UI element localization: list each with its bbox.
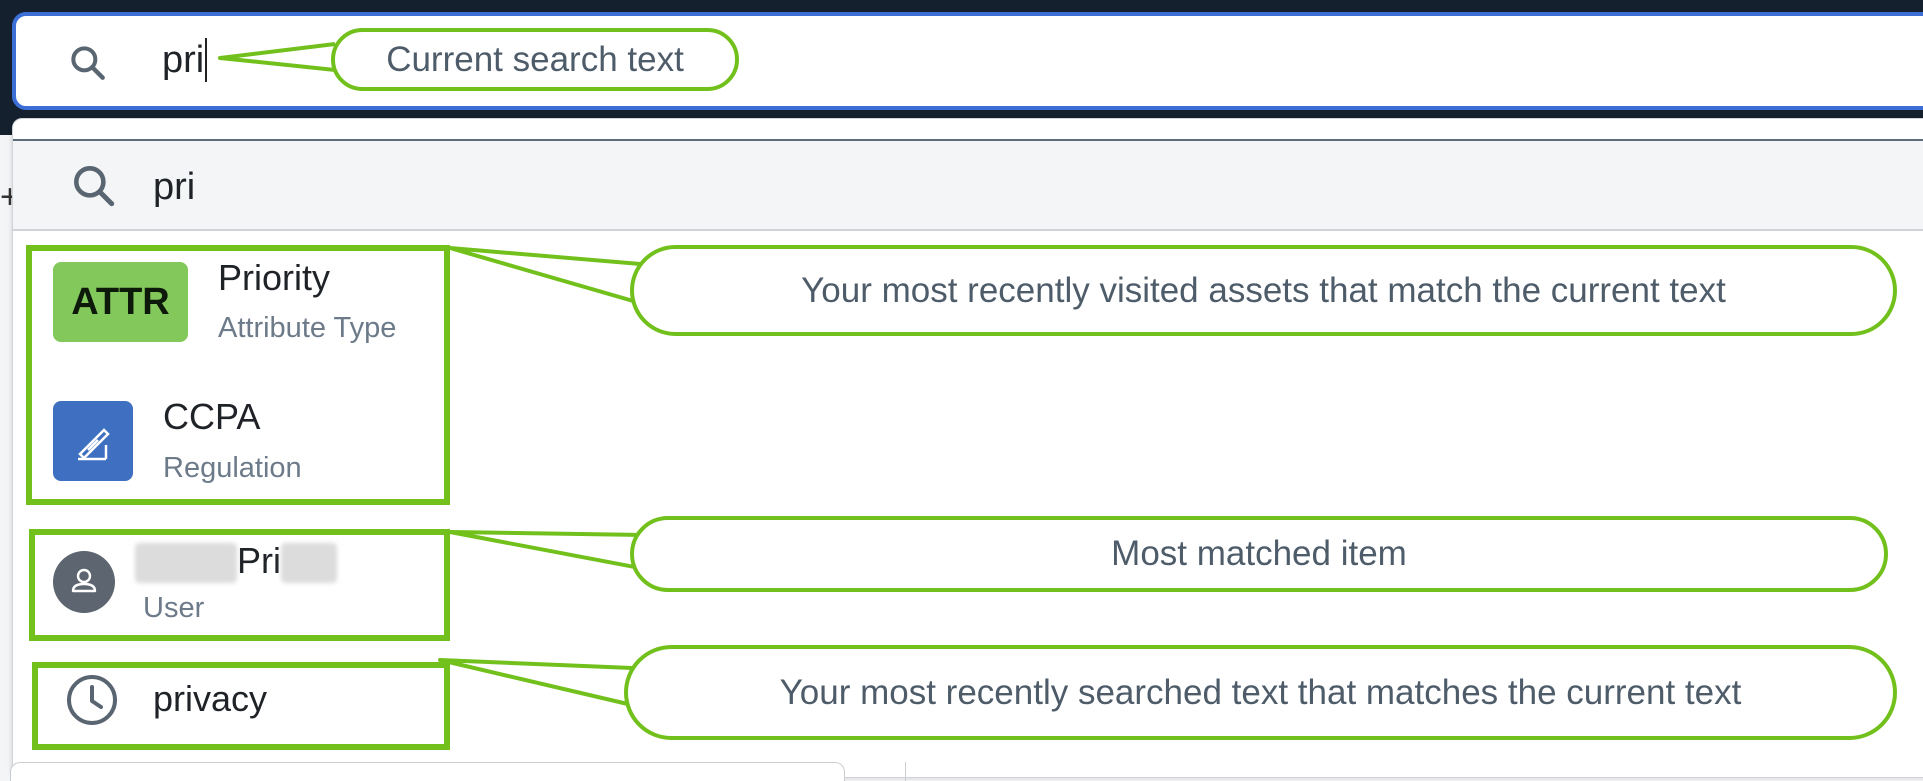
callout-current-search: Current search text xyxy=(331,28,739,91)
highlight-recent-search xyxy=(32,662,450,750)
search-input[interactable]: pri xyxy=(162,38,208,82)
highlight-recent-assets xyxy=(26,245,450,505)
callout-most-matched: Most matched item xyxy=(630,516,1888,592)
search-icon xyxy=(74,166,115,207)
search-icon xyxy=(71,46,105,80)
background-panel-edge xyxy=(10,762,845,781)
callout-recent-assets: Your most recently visited assets that m… xyxy=(630,245,1897,336)
callout-text: Current search text xyxy=(386,40,684,79)
background-divider xyxy=(905,762,906,781)
callout-text: Your most recently visited assets that m… xyxy=(801,271,1726,310)
callout-text: Your most recently searched text that ma… xyxy=(779,673,1742,712)
callout-recent-searches: Your most recently searched text that ma… xyxy=(624,645,1897,740)
callout-text: Most matched item xyxy=(1111,534,1407,573)
search-all-row[interactable]: pri xyxy=(13,139,1923,231)
search-all-query: pri xyxy=(153,166,196,208)
global-search-bar[interactable]: pri xyxy=(12,12,1923,110)
highlight-matched-item xyxy=(29,529,450,641)
